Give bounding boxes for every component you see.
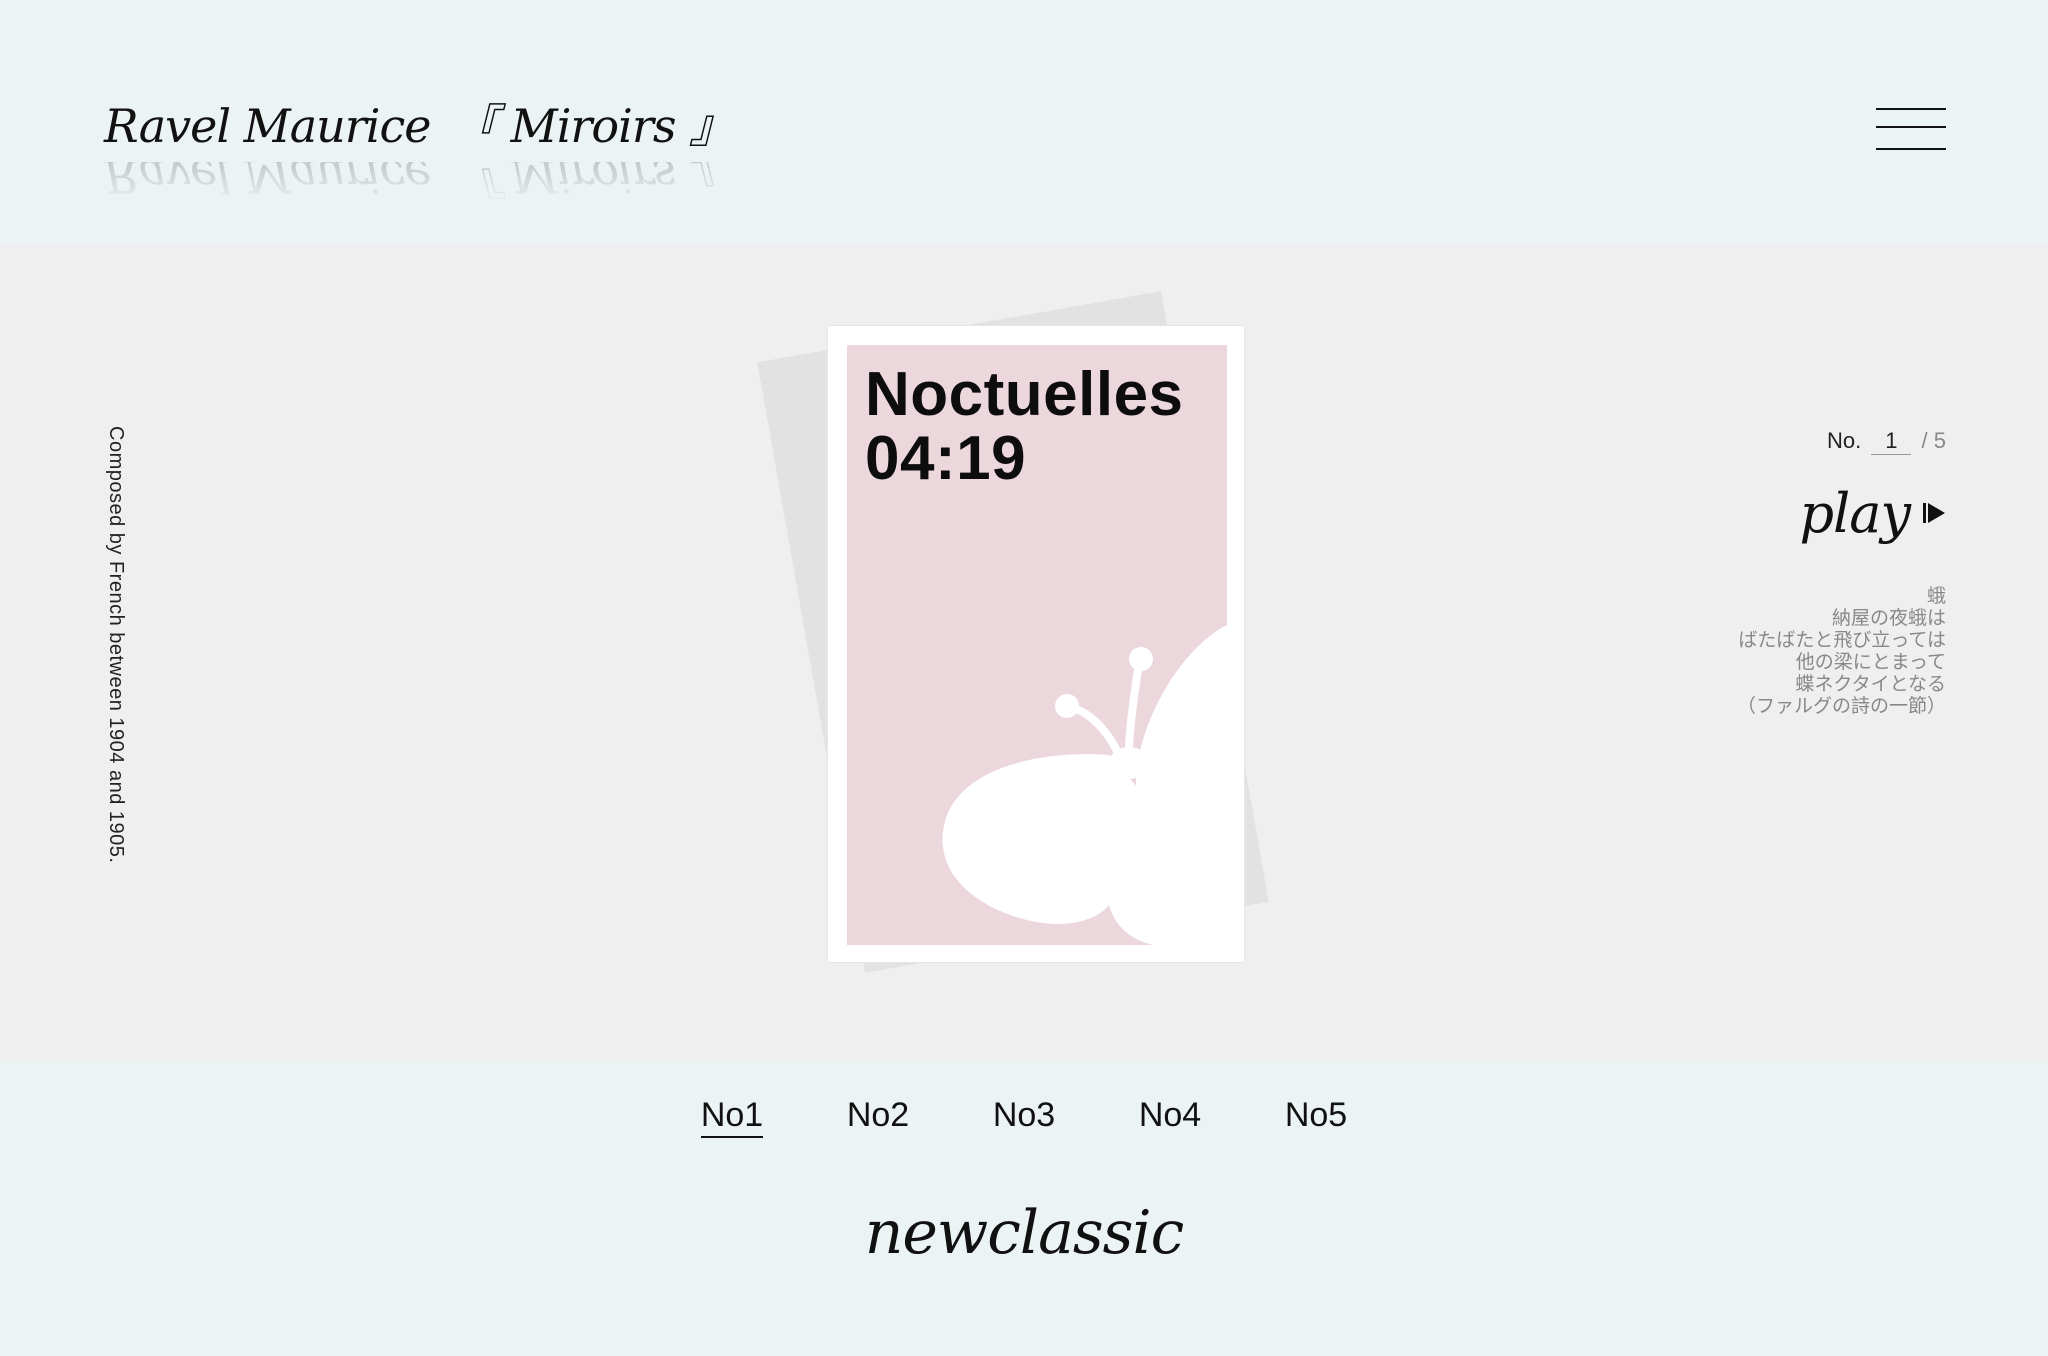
menu-line [1876,126,1946,128]
track-tab-1[interactable]: No1 [659,1090,805,1140]
poem-line: 蝶ネクタイとなる [1795,674,1946,695]
poem-line: 納屋の夜蛾は [1831,608,1946,629]
poem-line: ばたばたと飛び立っては [1738,630,1946,651]
menu-line [1876,108,1946,110]
track-duration: 04:19 [865,424,1027,493]
track-card[interactable]: Noctuelles 04:19 [827,325,1245,963]
play-button[interactable]: play [1799,478,1946,548]
track-tab-5[interactable]: No5 [1243,1090,1389,1140]
menu-line [1876,148,1946,150]
poem-line: 蛾 [1926,586,1946,607]
track-total: / 5 [1921,428,1946,453]
hamburger-icon[interactable] [1876,106,1946,152]
track-nav: No1 No2 No3 No4 No5 [0,1090,2048,1140]
album-title-reflection: 『 Miroirs 』 [452,162,735,203]
track-number-label: No. [1827,428,1862,453]
track-counter: No. 1 / 5 [1827,428,1946,455]
play-label: play [1799,481,1911,545]
track-title: Noctuelles [865,360,1184,429]
play-icon [1923,503,1945,523]
composer-logo[interactable]: Ravel Maurice [104,96,431,156]
track-tab-2[interactable]: No2 [805,1090,951,1140]
track-card-artwork: Noctuelles 04:19 [847,345,1227,945]
track-tab-4[interactable]: No4 [1097,1090,1243,1140]
track-tab-label: No1 [700,1096,764,1138]
track-tab-label: No4 [1138,1096,1202,1134]
track-tab-label: No3 [992,1096,1056,1134]
page: Ravel Maurice 『 Miroirs 』 Ravel Maurice … [0,0,2048,1356]
header: Ravel Maurice 『 Miroirs 』 Ravel Maurice … [0,0,2048,244]
album-title: 『 Miroirs 』 [452,99,735,153]
poem-line: 他の梁にとまって [1795,652,1946,673]
track-tab-label: No5 [1284,1096,1348,1134]
current-track-number: 1 [1871,428,1912,455]
footer-logo[interactable]: newclassic [0,1198,2048,1268]
poem-line: （ファルグの詩の一節） [1736,696,1946,717]
composer-caption: Composed by French between 1904 and 1905… [105,426,127,864]
track-tab-label: No2 [846,1096,910,1134]
composer-logo-reflection: Ravel Maurice [104,162,431,203]
poem-excerpt: 蛾 納屋の夜蛾は ばたばたと飛び立っては 他の梁にとまって 蝶ネクタイとなる （… [1737,586,1946,718]
track-tab-3[interactable]: No3 [951,1090,1097,1140]
